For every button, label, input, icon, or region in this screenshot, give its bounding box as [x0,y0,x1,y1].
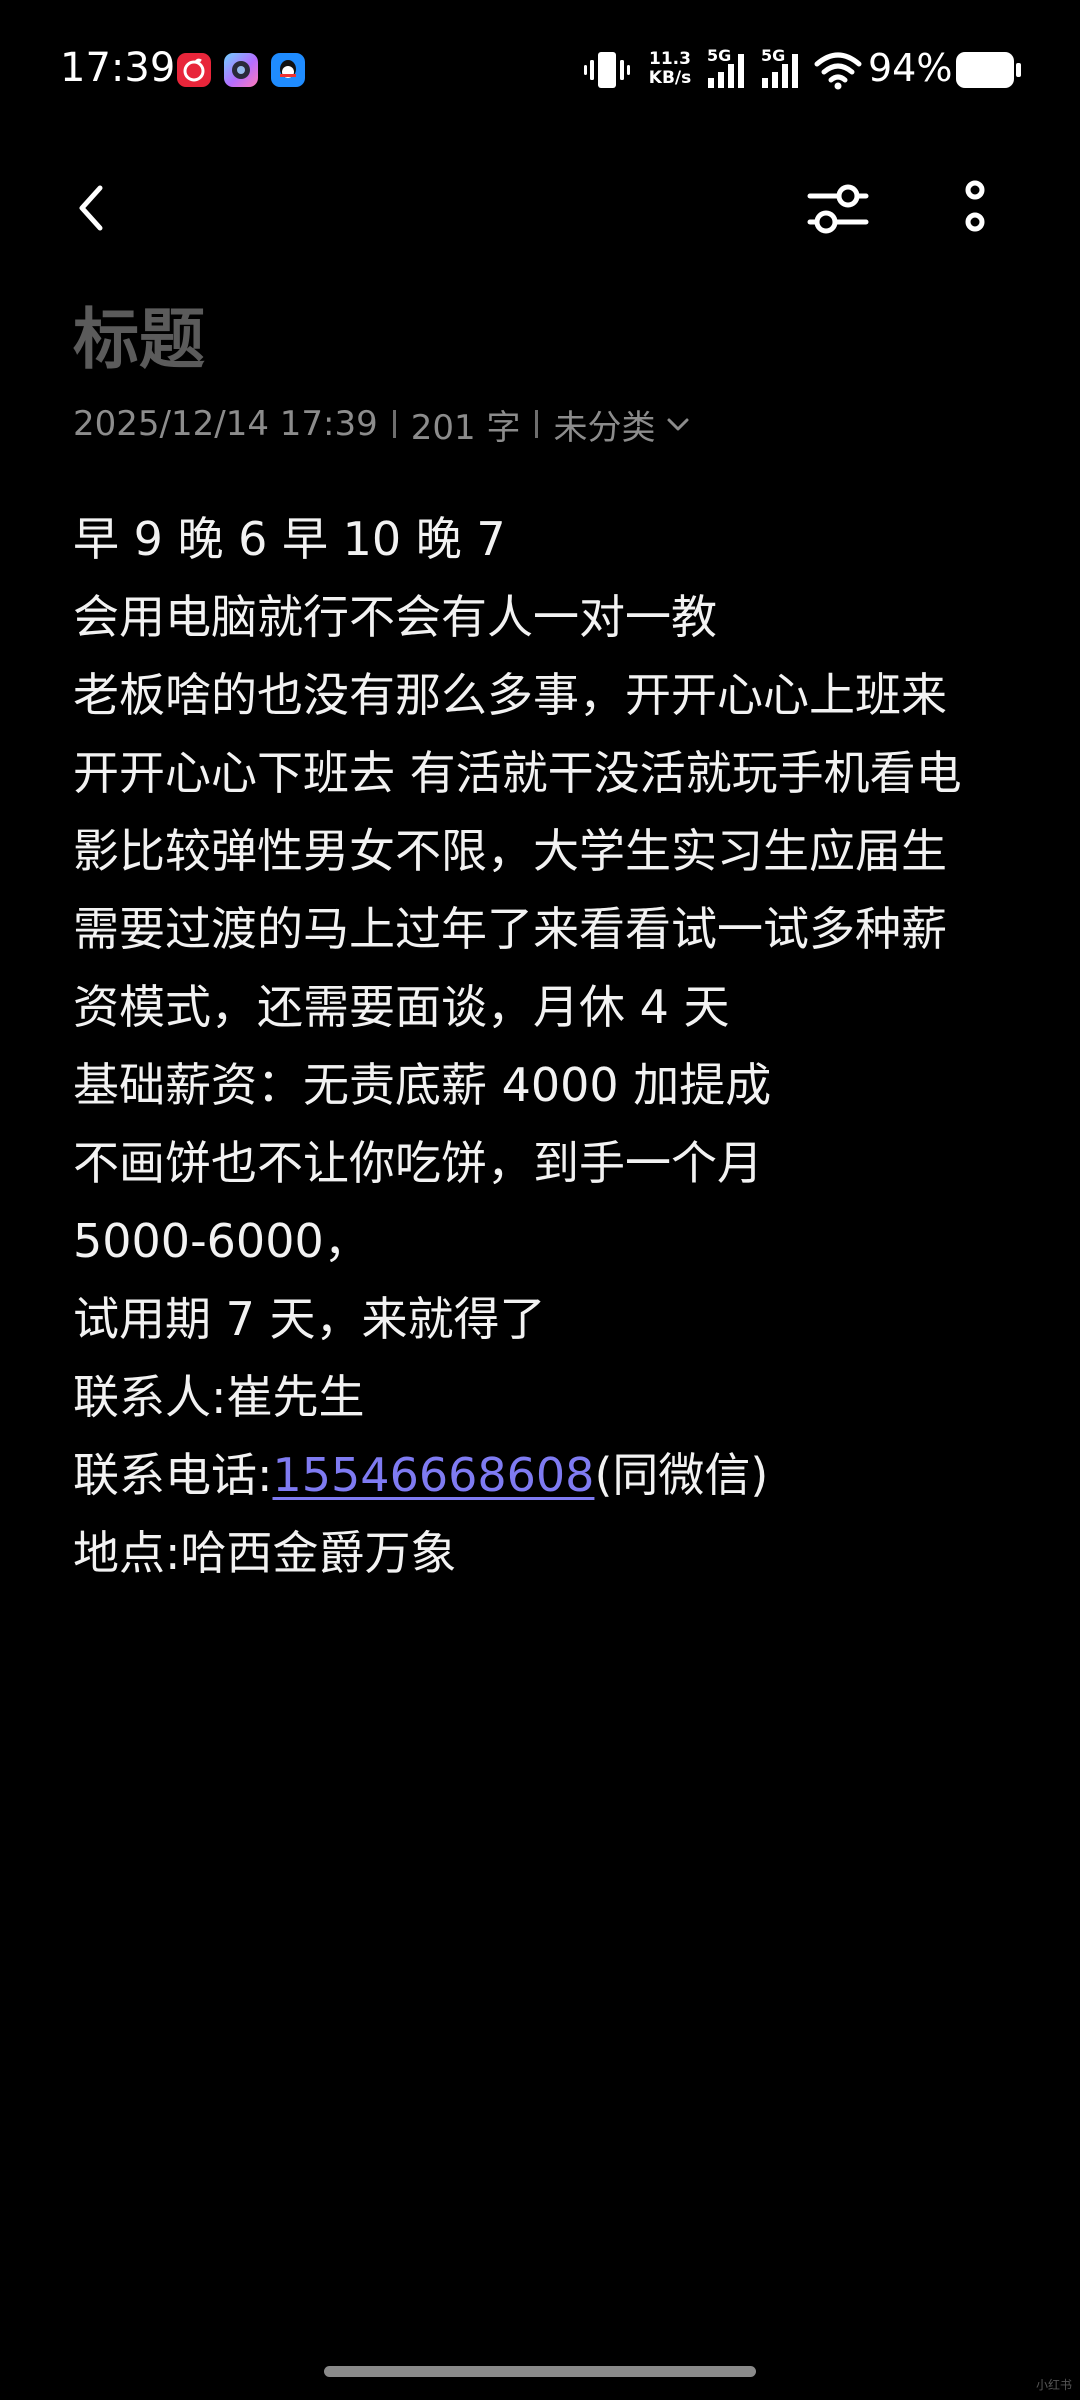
chevron-down-icon [667,418,689,431]
note-line: 开开心心下班去 有活就干没活就玩手机看电 [73,746,962,800]
home-indicator[interactable] [324,2366,756,2377]
category-selector[interactable]: 未分类 [553,400,691,449]
vibrate-icon [584,52,630,88]
camera-app-icon [224,53,258,87]
back-button[interactable] [66,180,122,236]
more-options-button[interactable] [951,178,999,242]
battery-icon [956,52,1021,88]
meta-divider [535,410,539,438]
filter-button[interactable] [806,178,870,242]
note-line: 会用电脑就行不会有人一对一教 [73,590,717,644]
phone-note: (同微信) [594,1448,769,1502]
word-count: 201 字 [410,407,521,448]
note-date: 2025/12/14 17:39 [73,404,378,444]
status-bar: 17:39 11.3 KB/s 5G 5G 94% [0,0,1080,140]
note-line: 试用期 7 天，来就得了 [73,1292,546,1346]
network-speed-value: 11.3 [649,49,691,69]
note-line: 资模式，还需要面谈，月休 4 天 [73,980,730,1034]
signal-5g-icon: 5G [760,47,804,94]
watermark-logo: 小红书 [1036,2378,1073,2392]
sliders-icon [807,184,869,234]
status-time: 17:39 [60,45,176,91]
qq-icon [271,53,305,87]
signal-5g-icon: 5G [706,47,750,94]
note-line: 5000-6000， [73,1214,370,1268]
category-label: 未分类 [553,407,656,448]
note-line: 不画饼也不让你吃饼，到手一个月 [73,1136,763,1190]
chevron-left-icon [79,185,103,231]
note-line: 早 9 晚 6 早 10 晚 7 [73,512,506,566]
note-line: 老板啥的也没有那么多事，开开心心上班来 [73,668,947,722]
note-line: 基础薪资：无责底薪 4000 加提成 [73,1058,772,1112]
note-line: 联系人:崔先生 [73,1370,365,1424]
phone-number-link[interactable]: 15546668608 [273,1448,595,1502]
note-line: 影比较弹性男女不限，大学生实习生应届生 [73,824,947,878]
netease-music-icon [177,53,211,87]
network-speed: 11.3 KB/s [648,50,692,88]
wifi-icon [814,52,862,90]
note-title-field[interactable]: 标题 [73,300,205,380]
note-line-phone: 联系电话:15546668608(同微信) [73,1436,1013,1514]
phone-label: 联系电话: [73,1448,273,1502]
more-vertical-icon [965,180,985,232]
battery-percent: 94% [868,46,953,90]
note-line: 地点:哈西金爵万象 [73,1526,457,1580]
note-line: 需要过渡的马上过年了来看看试一试多种薪 [73,902,947,956]
note-body-editor[interactable]: 早 9 晚 6 早 10 晚 7 会用电脑就行不会有人一对一教 老板啥的也没有那… [73,500,1013,1592]
network-speed-unit: KB/s [648,68,692,88]
meta-divider [392,410,396,438]
note-meta: 2025/12/14 17:39 201 字 未分类 [73,400,691,448]
